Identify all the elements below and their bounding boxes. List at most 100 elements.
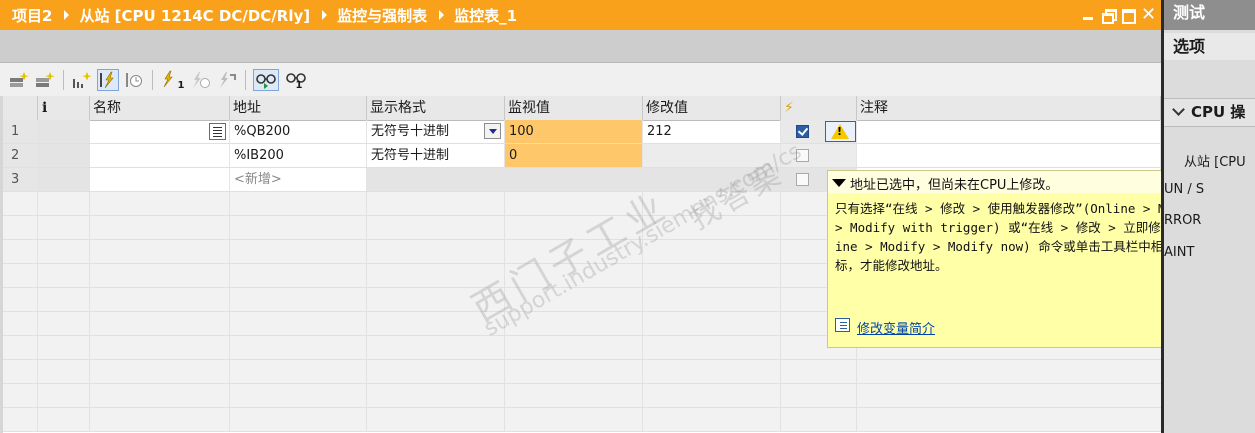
force-icon[interactable]	[216, 69, 238, 91]
display-format-cell[interactable]: 无符号十进制	[367, 120, 505, 143]
format-dropdown-icon[interactable]	[484, 123, 501, 139]
monitor-all-icon[interactable]	[253, 68, 279, 91]
grid-line	[642, 360, 643, 383]
toolbar-separator	[245, 69, 246, 90]
col-header-modify-value[interactable]: 修改值	[643, 96, 781, 120]
cpu-operator-panel-header[interactable]: CPU 操	[1164, 98, 1255, 127]
grid-line	[366, 312, 367, 335]
col-header-monitor-value[interactable]: 监视值	[505, 96, 643, 120]
grid-line	[780, 216, 781, 239]
grid-line	[89, 288, 90, 311]
address-cell[interactable]: %IB200	[230, 144, 367, 167]
modify-checkbox[interactable]	[796, 125, 809, 138]
address-cell-new[interactable]: <新增>	[230, 168, 367, 191]
comment-cell[interactable]	[857, 144, 1161, 167]
extended-mode-icon[interactable]	[71, 69, 93, 91]
col-header-modify-flag-icon: ⚡	[781, 96, 857, 120]
modify-checkbox[interactable]	[796, 173, 809, 186]
grid-line	[89, 240, 90, 263]
modify-flag-cell[interactable]	[781, 144, 857, 167]
col-header-display-format[interactable]: 显示格式	[367, 96, 505, 120]
toolbar-separator	[63, 69, 64, 90]
trigger-subscript: 1	[177, 80, 185, 91]
tag-list-icon[interactable]	[209, 123, 226, 140]
modify-now-icon[interactable]	[97, 68, 119, 91]
display-format-value: 无符号十进制	[371, 124, 450, 139]
modify-value-cell[interactable]	[643, 168, 781, 191]
name-cell[interactable]	[90, 168, 230, 191]
minimize-icon[interactable]	[1081, 8, 1095, 22]
info-cell	[38, 120, 90, 143]
grid-line	[504, 360, 505, 383]
grid-line	[780, 408, 781, 431]
maint-label: AINT	[1164, 245, 1195, 260]
grid-line	[642, 264, 643, 287]
table-row[interactable]: 2 %IB200 无符号十进制 0	[3, 144, 1161, 168]
grid-line	[366, 240, 367, 263]
table-row[interactable]: 1 %QB200 无符号十进制 100 212	[3, 120, 1161, 144]
name-cell[interactable]	[90, 144, 230, 167]
grid-line	[642, 288, 643, 311]
tooltip-title: 地址已选中，但尚未在CPU上修改。	[850, 178, 1059, 193]
grid-line	[37, 312, 38, 335]
breadcrumb-folder[interactable]: 监控与强制表	[337, 5, 427, 26]
grid-line	[366, 216, 367, 239]
grid-line	[504, 384, 505, 407]
restore-icon[interactable]	[1101, 8, 1117, 24]
grid-line	[780, 240, 781, 263]
empty-table-row	[3, 408, 1161, 432]
options-header[interactable]: 选项	[1164, 33, 1255, 60]
table-header: i 名称 地址 显示格式 监视值 修改值 ⚡ 注释	[3, 96, 1161, 121]
warning-button[interactable]	[825, 121, 856, 142]
error-label: RROR	[1164, 213, 1202, 228]
grid-line	[642, 216, 643, 239]
trigger-modify-icon[interactable]: 1	[160, 69, 186, 91]
modify-flag-cell[interactable]	[781, 120, 857, 143]
modify-value-cell[interactable]	[643, 144, 781, 167]
modify-with-trigger-icon[interactable]	[123, 69, 145, 91]
grid-line	[366, 408, 367, 431]
monitor-now-icon[interactable]: 1	[283, 69, 309, 91]
comment-cell[interactable]	[857, 120, 1161, 143]
warning-icon	[831, 124, 849, 139]
section-title: CPU 操	[1191, 103, 1246, 121]
grid-line	[504, 288, 505, 311]
collapse-arrow-icon[interactable]	[832, 179, 846, 187]
grid-line	[366, 264, 367, 287]
grid-line	[37, 336, 38, 359]
row-number: 2	[3, 144, 38, 167]
modify-checkbox[interactable]	[796, 149, 809, 162]
grid-line	[366, 336, 367, 359]
grid-line	[504, 336, 505, 359]
name-cell[interactable]	[90, 120, 230, 143]
monitor-now-subscript: 1	[295, 80, 303, 91]
close-icon[interactable]: ✕	[1141, 6, 1156, 24]
grid-line	[504, 216, 505, 239]
breadcrumb-table[interactable]: 监控表_1	[454, 5, 517, 26]
display-format-cell[interactable]	[367, 168, 505, 191]
grid-line	[780, 336, 781, 359]
grid-line	[89, 192, 90, 215]
col-header-comment[interactable]: 注释	[857, 96, 1161, 120]
breadcrumb-device[interactable]: 从站 [CPU 1214C DC/DC/Rly]	[79, 5, 310, 26]
help-link[interactable]: 修改变量简介	[857, 318, 935, 337]
col-header-address[interactable]: 地址	[230, 96, 367, 120]
display-format-cell[interactable]: 无符号十进制	[367, 144, 505, 167]
modify-disabled-icon	[190, 69, 212, 91]
insert-row-icon[interactable]	[8, 69, 30, 91]
address-cell[interactable]: %QB200	[230, 120, 367, 143]
add-row-icon[interactable]	[34, 69, 56, 91]
grid-line	[37, 384, 38, 407]
breadcrumb-project[interactable]: 项目2	[12, 5, 52, 26]
col-header-name[interactable]: 名称	[90, 96, 230, 120]
chevron-down-icon[interactable]	[1172, 103, 1185, 116]
toolbar-separator	[152, 69, 153, 90]
row-number: 3	[3, 168, 38, 191]
grid-line	[229, 336, 230, 359]
monitor-value-cell	[505, 168, 643, 191]
grid-line	[780, 384, 781, 407]
grid-line	[642, 312, 643, 335]
grid-line	[89, 216, 90, 239]
modify-value-cell[interactable]: 212	[643, 120, 781, 143]
maximize-icon[interactable]	[1121, 8, 1136, 24]
